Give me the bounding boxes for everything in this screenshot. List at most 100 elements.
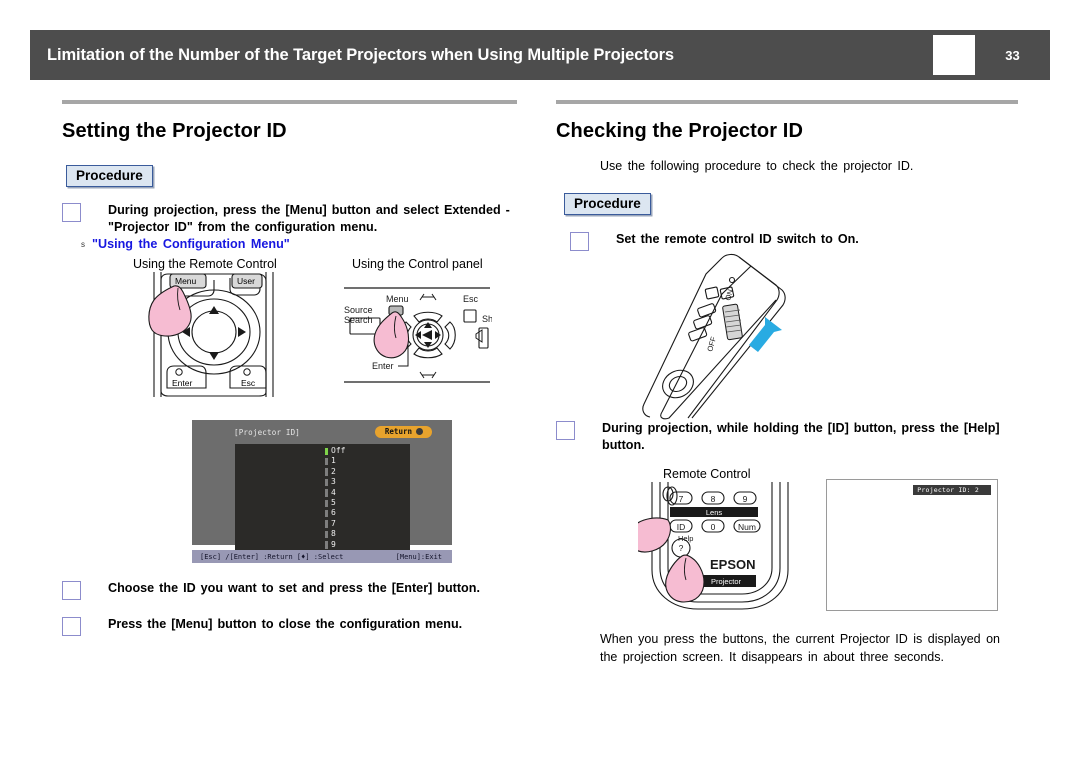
remote-control-illustration: Menu User Enter Esc bbox=[134, 272, 294, 397]
epson-brand-label: EPSON bbox=[710, 557, 756, 572]
direction-arrow-icon bbox=[749, 317, 782, 352]
osd-item-label: 4 bbox=[331, 487, 336, 497]
osd-item[interactable]: 8 bbox=[235, 529, 410, 539]
osd-item[interactable]: 3 bbox=[235, 477, 410, 487]
osd-item[interactable]: 9 bbox=[235, 540, 410, 550]
svg-text:Enter: Enter bbox=[172, 378, 192, 388]
step-checkbox[interactable] bbox=[62, 617, 81, 636]
step-text: During projection, while holding the [ID… bbox=[602, 421, 1000, 452]
svg-text:ID: ID bbox=[677, 522, 686, 532]
step-checkbox[interactable] bbox=[570, 232, 589, 251]
left-step-3: Press the [Menu] button to close the con… bbox=[62, 616, 532, 636]
hand-pointer-icon bbox=[638, 517, 671, 553]
svg-text:Enter: Enter bbox=[372, 361, 394, 371]
osd-item[interactable]: 1 bbox=[235, 456, 410, 466]
osd-return-button[interactable]: Return bbox=[374, 426, 432, 438]
right-intro-text: Use the following procedure to check the… bbox=[600, 159, 914, 173]
selection-bar-icon bbox=[325, 457, 328, 466]
hand-pointer-icon bbox=[373, 311, 410, 359]
selection-bar-icon bbox=[325, 489, 328, 497]
osd-item-label: 8 bbox=[331, 529, 336, 539]
selection-bar-icon bbox=[325, 530, 328, 539]
svg-text:Projector: Projector bbox=[711, 577, 742, 586]
right-step-2: During projection, while holding the [ID… bbox=[556, 420, 1018, 453]
step-text: Press the [Menu] button to close the con… bbox=[108, 617, 463, 631]
page-header: Limitation of the Number of the Target P… bbox=[30, 30, 1050, 80]
osd-title: [Projector ID] bbox=[234, 428, 301, 437]
svg-text:9: 9 bbox=[743, 494, 748, 504]
selection-bar-icon bbox=[325, 499, 328, 508]
osd-item-label: 3 bbox=[331, 477, 336, 487]
step-checkbox[interactable] bbox=[556, 421, 575, 440]
svg-text:Num: Num bbox=[738, 522, 756, 532]
right-step-1: Set the remote control ID switch to On. bbox=[570, 231, 1018, 251]
step-text: Choose the ID you want to set and press … bbox=[108, 581, 480, 595]
left-procedure-badge-wrap: Procedure bbox=[66, 165, 522, 187]
projector-id-osd-badge: Projector ID: 2 bbox=[913, 485, 991, 495]
osd-item-label: 6 bbox=[331, 508, 336, 518]
svg-text:?: ? bbox=[679, 543, 684, 553]
osd-item[interactable]: 5 bbox=[235, 498, 410, 508]
left-step-2: Choose the ID you want to set and press … bbox=[62, 580, 532, 600]
svg-text:Sh: Sh bbox=[482, 314, 492, 324]
osd-item-label: 9 bbox=[331, 539, 336, 549]
control-panel-illustration: Menu Esc Source Search Sh Enter bbox=[342, 280, 492, 388]
svg-text:Source: Source bbox=[344, 305, 373, 315]
osd-item[interactable]: 6 bbox=[235, 508, 410, 518]
selection-bar-icon bbox=[325, 447, 328, 455]
page-title: Limitation of the Number of the Target P… bbox=[47, 45, 675, 64]
left-section-title: Setting the Projector ID bbox=[62, 120, 287, 142]
remote-control-caption-right: Remote Control bbox=[663, 467, 751, 481]
selection-bar-icon bbox=[325, 509, 328, 518]
right-column: Checking the Projector ID Use the follow… bbox=[556, 100, 1018, 251]
svg-text:Help: Help bbox=[678, 534, 693, 543]
osd-item[interactable]: 7 bbox=[235, 519, 410, 529]
svg-text:Menu: Menu bbox=[175, 276, 197, 286]
configuration-menu-link[interactable]: s "Using the Configuration Menu" bbox=[81, 237, 522, 251]
control-panel-figure-caption: Using the Control panel bbox=[352, 257, 483, 271]
remote-control-figure-caption: Using the Remote Control bbox=[133, 257, 277, 271]
step-text: During projection, press the [Menu] butt… bbox=[108, 203, 510, 234]
selection-bar-icon bbox=[325, 541, 328, 549]
svg-text:7: 7 bbox=[679, 494, 684, 504]
svg-text:Search: Search bbox=[344, 315, 373, 325]
link-arrow-icon: s bbox=[81, 239, 85, 249]
selection-bar-icon bbox=[325, 478, 328, 487]
osd-footer-left: [Esc] /[Enter] :Return [♦] :Select bbox=[200, 552, 344, 561]
projection-screen-preview: Projector ID: 2 bbox=[826, 479, 998, 611]
selection-bar-icon bbox=[325, 468, 328, 476]
osd-item[interactable]: 4 bbox=[235, 488, 410, 498]
svg-text:Lens: Lens bbox=[706, 508, 723, 517]
right-section-title: Checking the Projector ID bbox=[556, 120, 803, 142]
header-white-block bbox=[933, 35, 975, 75]
svg-text:0: 0 bbox=[711, 522, 716, 532]
left-column: Setting the Projector ID Procedure Durin… bbox=[62, 100, 522, 251]
step-checkbox[interactable] bbox=[62, 581, 81, 600]
left-step-1: During projection, press the [Menu] butt… bbox=[62, 202, 522, 251]
osd-footer-right: [Menu]:Exit bbox=[395, 552, 442, 561]
svg-text:Esc: Esc bbox=[463, 294, 479, 304]
svg-text:User: User bbox=[237, 276, 255, 286]
projector-id-osd-menu: [Projector ID] Return Off 1 2 3 4 5 6 7 … bbox=[192, 420, 452, 554]
osd-item-label: Off bbox=[331, 446, 346, 455]
return-arrow-icon bbox=[416, 428, 423, 435]
closing-paragraph: When you press the buttons, the current … bbox=[600, 632, 1000, 664]
svg-text:Menu: Menu bbox=[386, 294, 409, 304]
svg-text:8: 8 bbox=[711, 494, 716, 504]
page-number: 33 bbox=[1005, 47, 1020, 63]
hand-pointer-icon bbox=[148, 285, 192, 337]
right-procedure-badge-wrap: Procedure bbox=[564, 193, 1018, 215]
section-rule-right bbox=[556, 100, 1018, 104]
osd-item[interactable]: Off bbox=[235, 446, 410, 456]
osd-item-label: 2 bbox=[331, 466, 336, 476]
link-label: "Using the Configuration Menu" bbox=[92, 237, 290, 251]
procedure-badge-left: Procedure bbox=[66, 165, 153, 187]
selection-bar-icon bbox=[325, 520, 328, 528]
osd-footer-bar: [Esc] /[Enter] :Return [♦] :Select [Menu… bbox=[192, 550, 452, 563]
step-checkbox[interactable] bbox=[62, 203, 81, 222]
step-text: Set the remote control ID switch to On. bbox=[616, 232, 859, 246]
procedure-badge-right: Procedure bbox=[564, 193, 651, 215]
osd-item[interactable]: 2 bbox=[235, 467, 410, 477]
remote-id-switch-illustration: ON OFF bbox=[626, 252, 821, 420]
switch-off-label: OFF bbox=[705, 335, 718, 352]
